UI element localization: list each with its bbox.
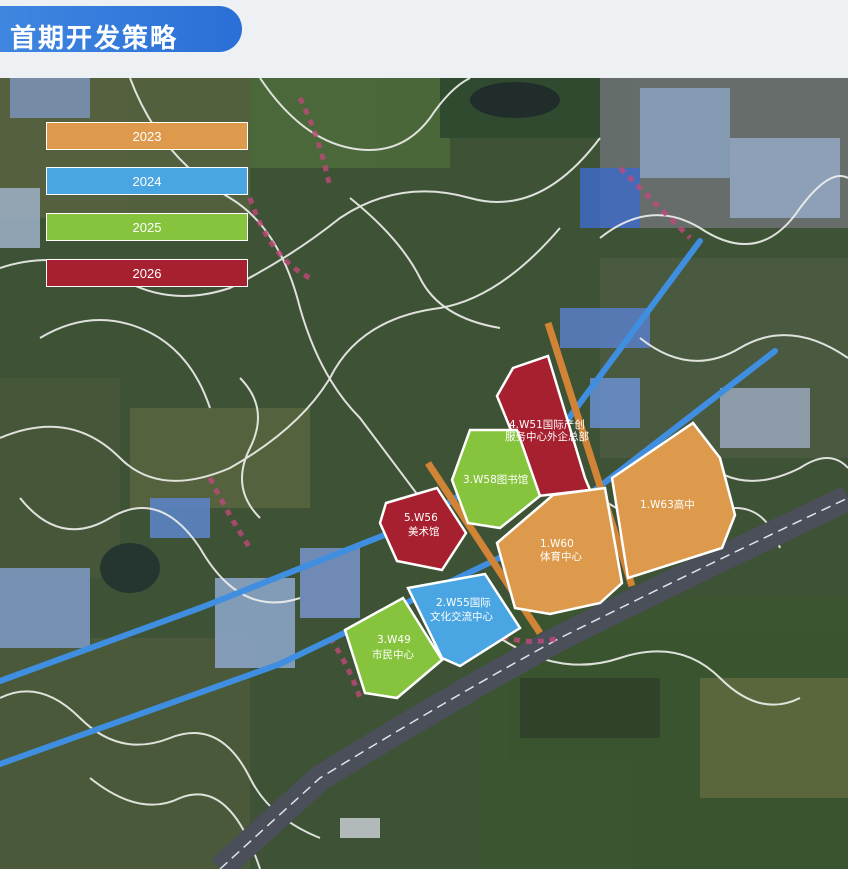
parcel-w58-label-1: 3.W58图书馆 xyxy=(463,473,528,486)
parcel-w51-label-2: 服务中心外企总部 xyxy=(505,430,589,443)
page-title: 首期开发策略 xyxy=(10,24,179,54)
legend-item-2025: 2025 xyxy=(46,213,248,241)
parcel-w60-label-2: 体育中心 xyxy=(540,550,582,563)
parcel-w49-label-2: 市民中心 xyxy=(372,648,414,661)
parcel-w55-label-2: 文化交流中心 xyxy=(430,610,493,623)
map[interactable]: 4.W51国际产创 服务中心外企总部 3.W58图书馆 5.W56 美术馆 1.… xyxy=(0,78,848,869)
title-banner: 首期开发策略 xyxy=(0,6,242,54)
parcel-w51-label-1: 4.W51国际产创 xyxy=(509,418,585,431)
legend-item-2023: 2023 xyxy=(46,122,248,150)
legend-item-2024: 2024 xyxy=(46,167,248,195)
parcel-w56-label-2: 美术馆 xyxy=(408,525,440,538)
parcel-w55-label-1: 2.W55国际 xyxy=(436,597,491,609)
legend-item-2026: 2026 xyxy=(46,259,248,287)
parcel-w60-label-1: 1.W60 xyxy=(540,538,574,550)
parcel-w49-label-1: 3.W49 xyxy=(377,634,411,646)
parcel-w56-label-1: 5.W56 xyxy=(404,512,438,524)
parcel-w63-label-1: 1.W63高中 xyxy=(640,498,695,511)
